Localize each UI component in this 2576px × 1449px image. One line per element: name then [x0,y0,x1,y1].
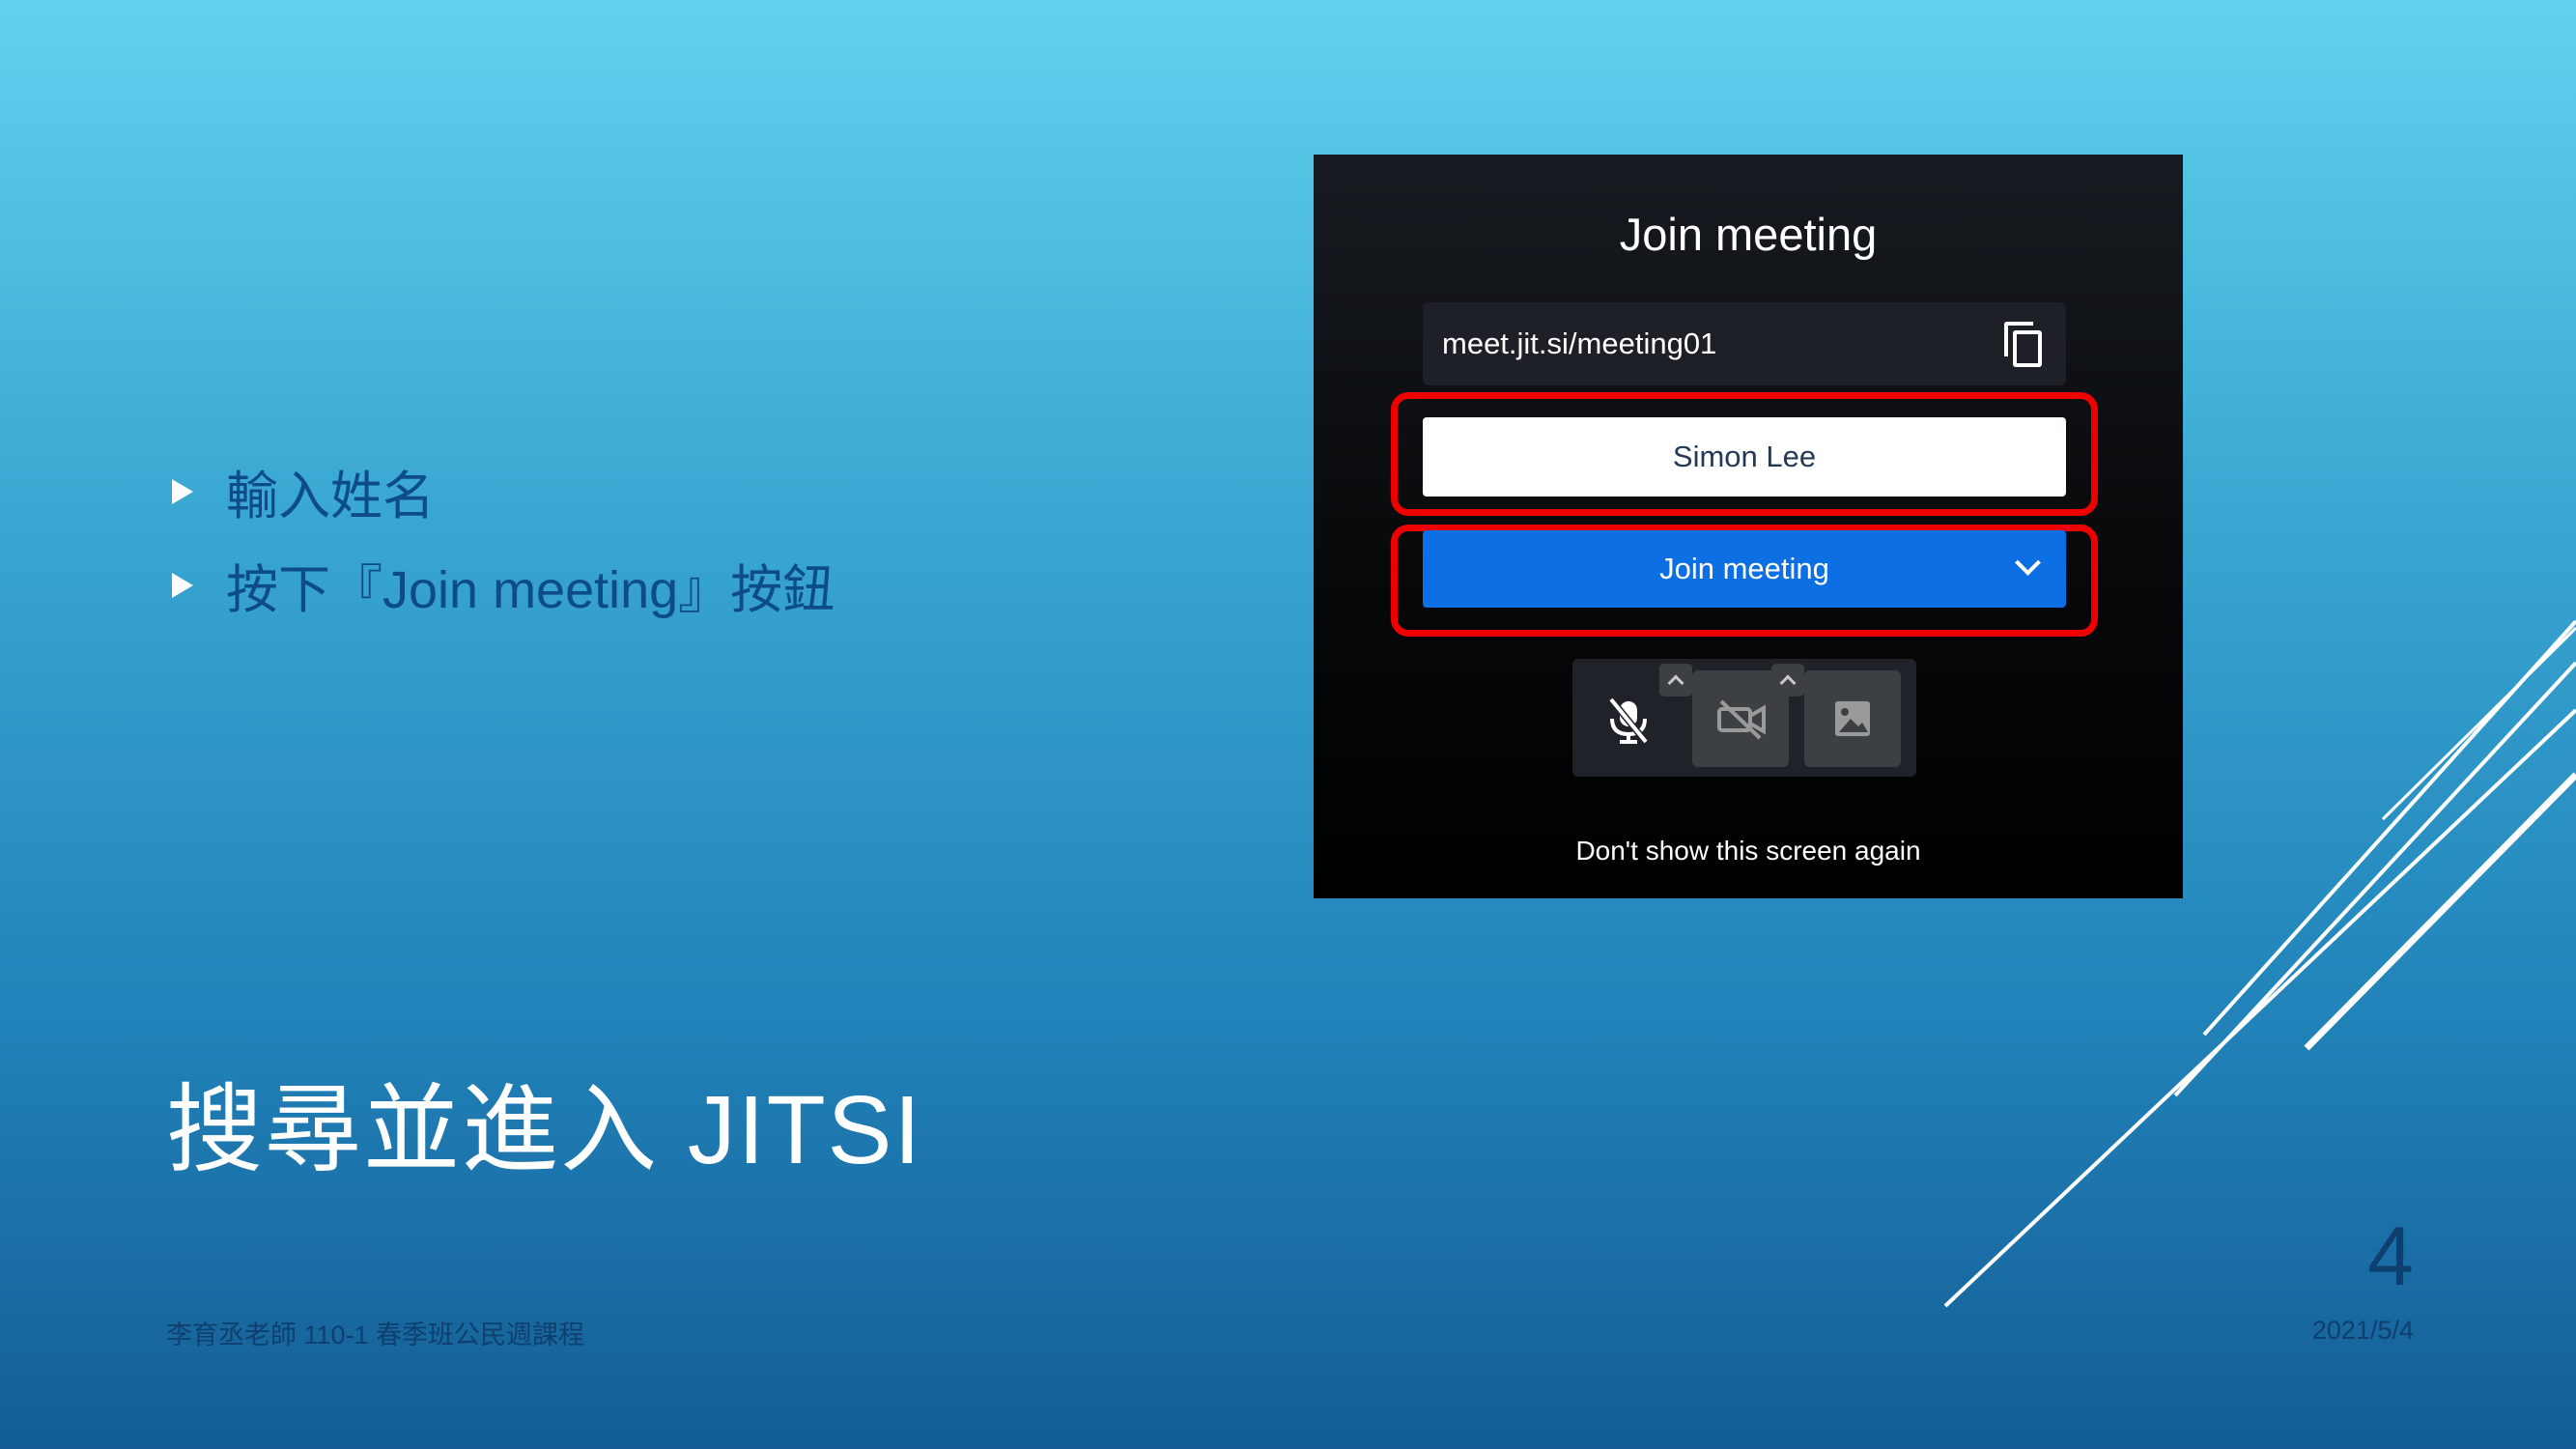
background-icon [1835,701,1870,736]
meeting-url-text: meet.jit.si/meeting01 [1442,327,1717,360]
background-button[interactable] [1804,670,1901,767]
chevron-down-icon[interactable] [2015,550,2041,576]
copy-icon[interactable] [2004,322,2043,367]
join-meeting-button[interactable]: Join meeting [1423,530,2066,608]
slide-title: 搜尋並進入 JITSI [166,1076,923,1184]
dialog-title: Join meeting [1619,209,1878,260]
join-button-label: Join meeting [1659,552,1829,585]
slide-number: 4 [2367,1210,2414,1303]
dont-show-again-link[interactable]: Don't show this screen again [1314,836,2183,867]
meeting-url-field[interactable]: meet.jit.si/meeting01 [1423,302,2066,385]
media-toolbar [1572,659,1916,777]
camera-options-caret[interactable] [1771,664,1804,696]
bullet-text: 輸入姓名 [226,468,435,526]
display-name-input[interactable] [1423,417,2066,497]
join-meeting-dialog: Join meeting meet.jit.si/meeting01 Join … [1314,155,2183,898]
bullet-marker-icon [172,478,193,504]
bullet-marker-icon [172,572,193,598]
microphone-options-caret[interactable] [1659,664,1692,696]
bullet-item: 輸入姓名 [172,444,835,538]
bullet-text: 按下『Join meeting』按鈕 [226,561,835,619]
bullet-item: 按下『Join meeting』按鈕 [172,538,835,632]
decorative-lines [1943,619,2576,1308]
slide-date: 2021/5/4 [2311,1316,2414,1345]
bullet-list: 輸入姓名 按下『Join meeting』按鈕 [172,444,835,632]
footer-text: 李育丞老師 110-1 春季班公民週課程 [166,1321,585,1350]
